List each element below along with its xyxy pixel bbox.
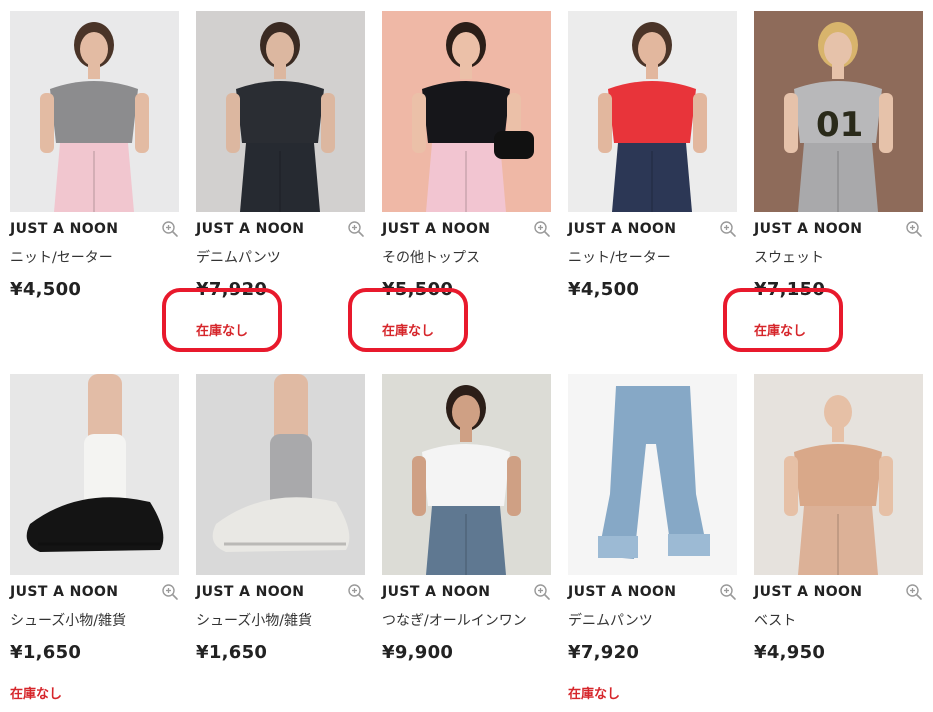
product-meta: JUST A NOON その他トップス ¥5,500 在庫なし bbox=[348, 212, 551, 374]
product-category: デニムパンツ bbox=[196, 250, 281, 266]
out-of-stock-label: 在庫なし bbox=[382, 324, 435, 339]
product-brand[interactable]: JUST A NOON bbox=[754, 221, 862, 237]
out-of-stock-label: 在庫なし bbox=[196, 324, 249, 339]
product-photo bbox=[196, 11, 365, 212]
product-card[interactable]: JUST A NOON その他トップス ¥5,500 在庫なし bbox=[348, 11, 551, 374]
product-meta: JUST A NOON デニムパンツ ¥7,920 在庫なし bbox=[162, 212, 365, 374]
product-photo bbox=[10, 374, 179, 575]
product-card[interactable]: JUST A NOON ベスト ¥4,950 bbox=[754, 374, 923, 710]
product-card[interactable]: JUST A NOON デニムパンツ ¥7,920 在庫なし bbox=[162, 11, 365, 374]
product-brand[interactable]: JUST A NOON bbox=[754, 584, 862, 600]
product-card[interactable]: JUST A NOON デニムパンツ ¥7,920 在庫なし bbox=[568, 374, 737, 710]
product-image[interactable] bbox=[568, 374, 737, 575]
product-photo: 01 bbox=[754, 11, 923, 212]
product-image[interactable] bbox=[382, 374, 551, 575]
product-price: ¥7,920 bbox=[196, 279, 268, 300]
zoom-in-icon[interactable] bbox=[719, 220, 737, 238]
product-category: ニット/セーター bbox=[10, 250, 113, 266]
zoom-in-icon[interactable] bbox=[347, 583, 365, 601]
product-meta: JUST A NOON スウェット ¥7,150 在庫なし bbox=[723, 212, 923, 374]
svg-text:01: 01 bbox=[816, 105, 863, 145]
product-meta: JUST A NOON つなぎ/オールインワン ¥9,900 bbox=[382, 575, 551, 710]
product-image[interactable] bbox=[754, 374, 923, 575]
product-image[interactable] bbox=[382, 11, 551, 212]
product-category: その他トップス bbox=[382, 250, 480, 266]
zoom-in-icon[interactable] bbox=[719, 583, 737, 601]
product-brand[interactable]: JUST A NOON bbox=[196, 221, 304, 237]
product-category: デニムパンツ bbox=[568, 613, 653, 629]
product-image[interactable] bbox=[196, 374, 365, 575]
product-photo bbox=[382, 374, 551, 575]
product-image[interactable] bbox=[10, 374, 179, 575]
product-price: ¥1,650 bbox=[196, 642, 268, 663]
product-meta: JUST A NOON ニット/セーター ¥4,500 bbox=[568, 212, 737, 374]
product-price: ¥5,500 bbox=[382, 279, 454, 300]
zoom-in-icon[interactable] bbox=[161, 220, 179, 238]
product-price: ¥4,500 bbox=[568, 279, 640, 300]
product-meta: JUST A NOON デニムパンツ ¥7,920 在庫なし bbox=[568, 575, 737, 710]
product-image[interactable] bbox=[568, 11, 737, 212]
product-category: つなぎ/オールインワン bbox=[382, 613, 527, 629]
product-price: ¥4,950 bbox=[754, 642, 826, 663]
product-image[interactable] bbox=[196, 11, 365, 212]
zoom-in-icon[interactable] bbox=[347, 220, 365, 238]
product-category: シューズ小物/雑貨 bbox=[10, 613, 127, 629]
product-row: JUST A NOON シューズ小物/雑貨 ¥1,650 在庫なし JUST A… bbox=[10, 374, 923, 710]
product-card[interactable]: JUST A NOON ニット/セーター ¥4,500 bbox=[10, 11, 179, 374]
product-photo bbox=[568, 11, 737, 212]
product-price: ¥9,900 bbox=[382, 642, 454, 663]
product-meta: JUST A NOON シューズ小物/雑貨 ¥1,650 bbox=[196, 575, 365, 710]
out-of-stock-label: 在庫なし bbox=[754, 324, 807, 339]
zoom-in-icon[interactable] bbox=[533, 583, 551, 601]
product-photo bbox=[382, 11, 551, 212]
out-of-stock-label: 在庫なし bbox=[568, 687, 621, 702]
zoom-in-icon[interactable] bbox=[161, 583, 179, 601]
product-image[interactable] bbox=[10, 11, 179, 212]
product-brand[interactable]: JUST A NOON bbox=[568, 221, 676, 237]
product-brand[interactable]: JUST A NOON bbox=[568, 584, 676, 600]
product-category: ニット/セーター bbox=[568, 250, 671, 266]
product-photo bbox=[10, 11, 179, 212]
product-photo bbox=[196, 374, 365, 575]
product-brand[interactable]: JUST A NOON bbox=[382, 584, 490, 600]
zoom-in-icon[interactable] bbox=[905, 583, 923, 601]
product-category: シューズ小物/雑貨 bbox=[196, 613, 313, 629]
product-card[interactable]: JUST A NOON シューズ小物/雑貨 ¥1,650 在庫なし bbox=[10, 374, 179, 710]
product-photo bbox=[568, 374, 737, 575]
product-card[interactable]: JUST A NOON シューズ小物/雑貨 ¥1,650 bbox=[196, 374, 365, 710]
product-category: ベスト bbox=[754, 613, 797, 629]
product-brand[interactable]: JUST A NOON bbox=[196, 584, 304, 600]
product-price: ¥4,500 bbox=[10, 279, 82, 300]
product-card[interactable]: JUST A NOON ニット/セーター ¥4,500 bbox=[568, 11, 737, 374]
product-brand[interactable]: JUST A NOON bbox=[382, 221, 490, 237]
product-price: ¥7,920 bbox=[568, 642, 640, 663]
product-brand[interactable]: JUST A NOON bbox=[10, 584, 118, 600]
product-price: ¥7,150 bbox=[754, 279, 826, 300]
product-category: スウェット bbox=[754, 250, 824, 266]
zoom-in-icon[interactable] bbox=[533, 220, 551, 238]
product-meta: JUST A NOON シューズ小物/雑貨 ¥1,650 在庫なし bbox=[10, 575, 179, 710]
product-price: ¥1,650 bbox=[10, 642, 82, 663]
product-image[interactable]: 01 bbox=[754, 11, 923, 212]
zoom-in-icon[interactable] bbox=[905, 220, 923, 238]
product-card[interactable]: JUST A NOON つなぎ/オールインワン ¥9,900 bbox=[382, 374, 551, 710]
product-row: JUST A NOON ニット/セーター ¥4,500 JUST A NOON bbox=[10, 11, 923, 374]
product-brand[interactable]: JUST A NOON bbox=[10, 221, 118, 237]
out-of-stock-label: 在庫なし bbox=[10, 687, 63, 702]
product-meta: JUST A NOON ニット/セーター ¥4,500 bbox=[10, 212, 179, 374]
product-meta: JUST A NOON ベスト ¥4,950 bbox=[754, 575, 923, 710]
product-card[interactable]: 01 JUST A NOON スウェット ¥7,150 在庫なし bbox=[723, 11, 923, 374]
product-grid: JUST A NOON ニット/セーター ¥4,500 JUST A NOON bbox=[10, 11, 923, 710]
product-photo bbox=[754, 374, 923, 575]
